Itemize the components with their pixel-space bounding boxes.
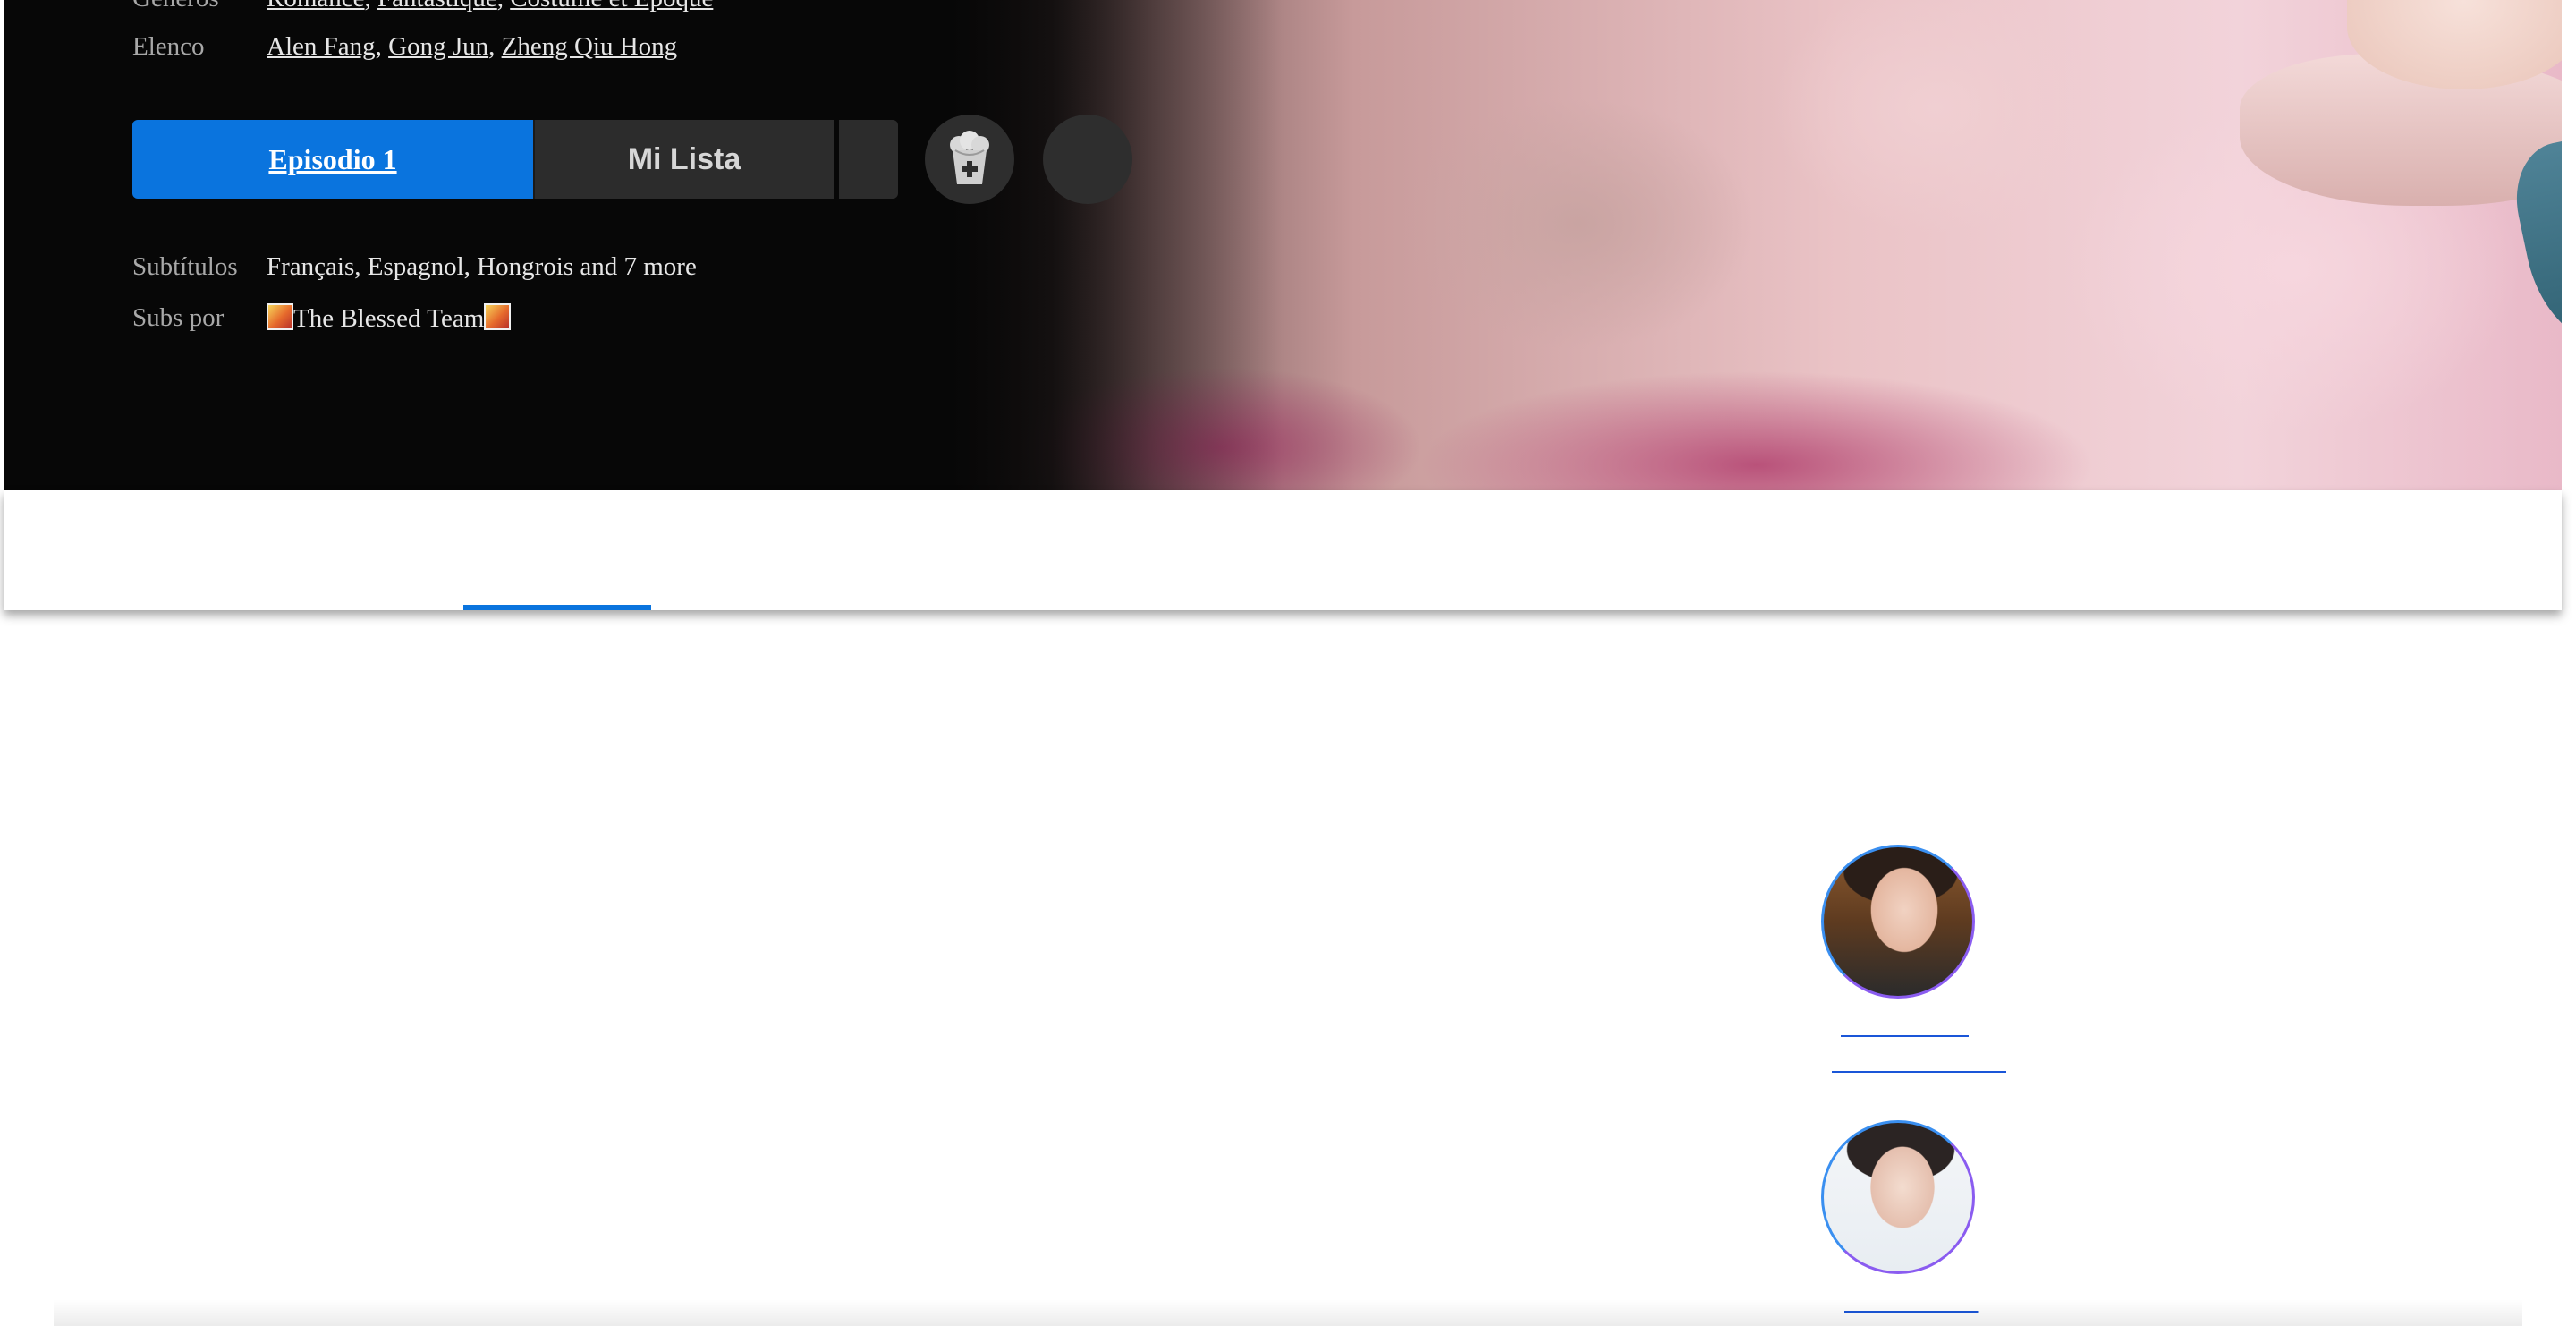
bottom-fade [54, 1299, 2522, 1326]
share-button[interactable] [1043, 115, 1132, 204]
cast-role-link[interactable] [1832, 1049, 2006, 1075]
genre-link[interactable]: Costume et Époque [510, 0, 713, 13]
active-tab-indicator [463, 605, 651, 610]
cast-value: Alen Fang, Gong Jun, Zheng Qiu Hong [267, 32, 678, 61]
genre-link[interactable]: Romance [267, 0, 365, 13]
genre-link[interactable]: Fantastique [377, 0, 497, 13]
popcorn-add-icon [950, 131, 989, 184]
hero-banner: Géneros Romance, Fantastique, Costume et… [4, 0, 2562, 490]
cast-link[interactable]: Alen Fang [267, 32, 376, 61]
genres-label: Géneros [132, 0, 219, 13]
subtitles-label: Subtítulos [132, 252, 238, 281]
add-to-popcorn-button[interactable] [925, 115, 1014, 204]
subs-by-label: Subs por [132, 303, 225, 332]
play-episode-button[interactable]: Episodio 1 [132, 120, 533, 199]
cast-avatar[interactable] [1821, 1120, 1975, 1274]
cast-avatar[interactable] [1821, 845, 1975, 999]
sparkle-icon [484, 303, 512, 330]
my-list-button[interactable]: Mi Lista [533, 120, 834, 199]
cast-name-link[interactable] [1841, 1013, 1969, 1040]
subs-by-value: The Blessed Team [267, 303, 512, 334]
cast-link[interactable]: Gong Jun [388, 32, 488, 61]
show-details: Géneros Romance, Fantastique, Costume et… [4, 0, 1132, 490]
subtitles-value: Français, Espagnol, Hongrois and 7 more [267, 252, 697, 281]
subs-team-name: The Blessed Team [293, 304, 485, 333]
more-icon[interactable] [839, 120, 898, 199]
tab-bar [4, 490, 2562, 610]
cast-label: Elenco [132, 32, 205, 61]
cast-link[interactable]: Zheng Qiu Hong [502, 32, 678, 61]
sparkle-icon [267, 303, 293, 330]
genres-value: Romance, Fantastique, Costume et Époque [267, 0, 713, 13]
